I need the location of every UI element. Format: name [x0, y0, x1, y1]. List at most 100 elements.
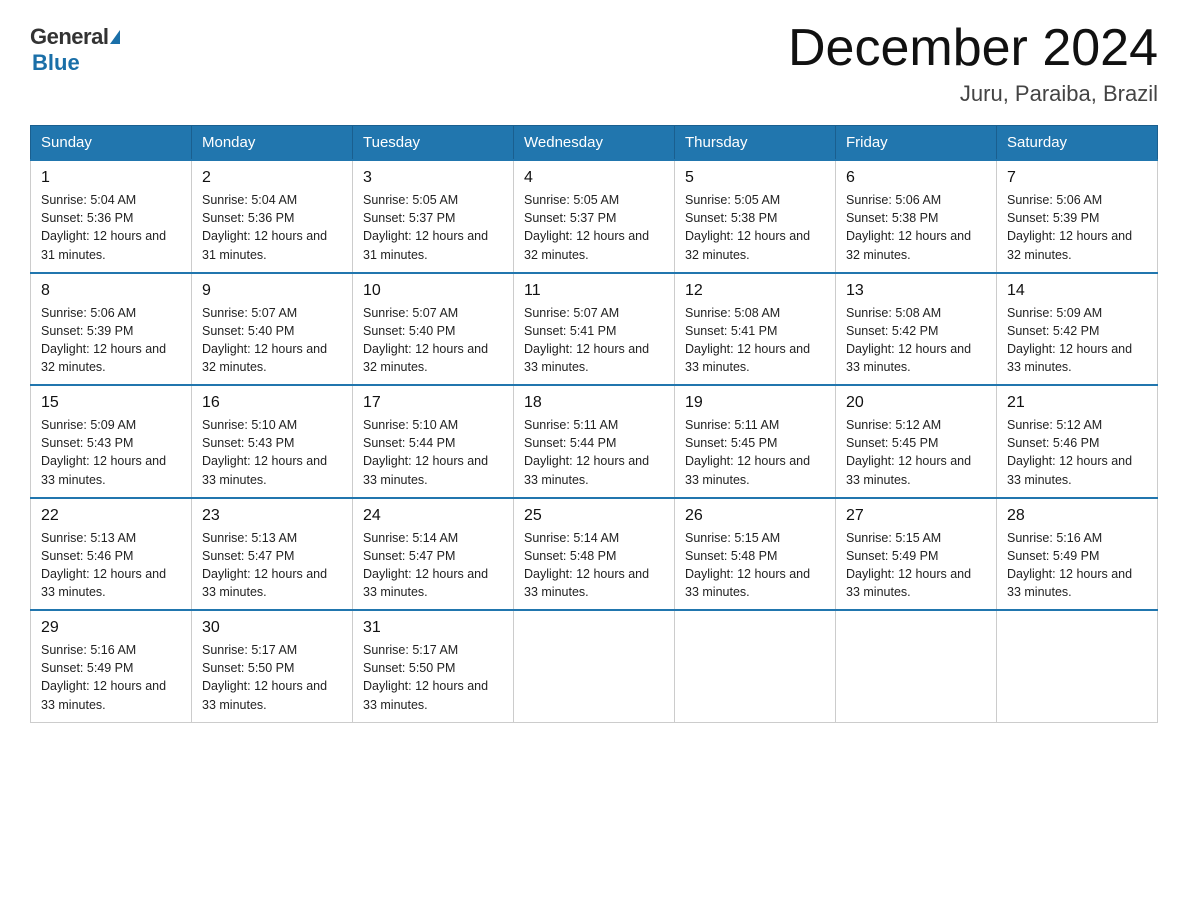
table-row: 19 Sunrise: 5:11 AM Sunset: 5:45 PM Dayl… [675, 385, 836, 498]
day-info: Sunrise: 5:11 AM Sunset: 5:44 PM Dayligh… [524, 416, 664, 489]
day-info: Sunrise: 5:09 AM Sunset: 5:43 PM Dayligh… [41, 416, 181, 489]
calendar-week-row: 22 Sunrise: 5:13 AM Sunset: 5:46 PM Dayl… [31, 498, 1158, 611]
day-info: Sunrise: 5:10 AM Sunset: 5:43 PM Dayligh… [202, 416, 342, 489]
sunset-text: Sunset: 5:39 PM [1007, 211, 1099, 225]
day-number: 13 [846, 282, 986, 300]
day-info: Sunrise: 5:04 AM Sunset: 5:36 PM Dayligh… [41, 191, 181, 264]
col-header-monday: Monday [192, 126, 353, 161]
col-header-saturday: Saturday [997, 126, 1158, 161]
sunrise-text: Sunrise: 5:15 AM [685, 531, 780, 545]
day-info: Sunrise: 5:09 AM Sunset: 5:42 PM Dayligh… [1007, 304, 1147, 377]
day-number: 1 [41, 169, 181, 187]
sunrise-text: Sunrise: 5:06 AM [41, 306, 136, 320]
table-row [675, 610, 836, 722]
daylight-text: Daylight: 12 hours and 33 minutes. [685, 454, 810, 486]
page-header: General Blue December 2024 Juru, Paraiba… [30, 20, 1158, 107]
table-row: 3 Sunrise: 5:05 AM Sunset: 5:37 PM Dayli… [353, 160, 514, 273]
table-row [514, 610, 675, 722]
sunrise-text: Sunrise: 5:16 AM [1007, 531, 1102, 545]
day-number: 10 [363, 282, 503, 300]
day-info: Sunrise: 5:06 AM Sunset: 5:39 PM Dayligh… [1007, 191, 1147, 264]
sunrise-text: Sunrise: 5:07 AM [202, 306, 297, 320]
sunrise-text: Sunrise: 5:08 AM [685, 306, 780, 320]
sunrise-text: Sunrise: 5:12 AM [846, 418, 941, 432]
sunset-text: Sunset: 5:40 PM [202, 324, 294, 338]
day-info: Sunrise: 5:12 AM Sunset: 5:46 PM Dayligh… [1007, 416, 1147, 489]
table-row: 17 Sunrise: 5:10 AM Sunset: 5:44 PM Dayl… [353, 385, 514, 498]
sunrise-text: Sunrise: 5:04 AM [41, 193, 136, 207]
calendar-week-row: 15 Sunrise: 5:09 AM Sunset: 5:43 PM Dayl… [31, 385, 1158, 498]
table-row: 10 Sunrise: 5:07 AM Sunset: 5:40 PM Dayl… [353, 273, 514, 386]
day-number: 5 [685, 169, 825, 187]
table-row: 31 Sunrise: 5:17 AM Sunset: 5:50 PM Dayl… [353, 610, 514, 722]
day-number: 18 [524, 394, 664, 412]
day-info: Sunrise: 5:07 AM Sunset: 5:40 PM Dayligh… [363, 304, 503, 377]
sunset-text: Sunset: 5:42 PM [1007, 324, 1099, 338]
daylight-text: Daylight: 12 hours and 33 minutes. [202, 454, 327, 486]
day-number: 22 [41, 507, 181, 525]
day-info: Sunrise: 5:05 AM Sunset: 5:38 PM Dayligh… [685, 191, 825, 264]
sunset-text: Sunset: 5:45 PM [685, 436, 777, 450]
daylight-text: Daylight: 12 hours and 33 minutes. [1007, 454, 1132, 486]
sunrise-text: Sunrise: 5:04 AM [202, 193, 297, 207]
day-number: 23 [202, 507, 342, 525]
daylight-text: Daylight: 12 hours and 32 minutes. [846, 229, 971, 261]
sunset-text: Sunset: 5:43 PM [202, 436, 294, 450]
day-number: 6 [846, 169, 986, 187]
table-row: 13 Sunrise: 5:08 AM Sunset: 5:42 PM Dayl… [836, 273, 997, 386]
daylight-text: Daylight: 12 hours and 33 minutes. [846, 567, 971, 599]
sunset-text: Sunset: 5:44 PM [524, 436, 616, 450]
day-number: 19 [685, 394, 825, 412]
sunrise-text: Sunrise: 5:07 AM [524, 306, 619, 320]
day-number: 30 [202, 619, 342, 637]
day-number: 28 [1007, 507, 1147, 525]
sunset-text: Sunset: 5:38 PM [685, 211, 777, 225]
page-subtitle: Juru, Paraiba, Brazil [788, 81, 1158, 107]
day-number: 15 [41, 394, 181, 412]
day-info: Sunrise: 5:15 AM Sunset: 5:48 PM Dayligh… [685, 529, 825, 602]
day-info: Sunrise: 5:04 AM Sunset: 5:36 PM Dayligh… [202, 191, 342, 264]
sunset-text: Sunset: 5:48 PM [685, 549, 777, 563]
day-number: 29 [41, 619, 181, 637]
table-row [997, 610, 1158, 722]
calendar-week-row: 8 Sunrise: 5:06 AM Sunset: 5:39 PM Dayli… [31, 273, 1158, 386]
sunset-text: Sunset: 5:46 PM [41, 549, 133, 563]
logo-text: General [30, 24, 122, 50]
sunrise-text: Sunrise: 5:10 AM [202, 418, 297, 432]
col-header-sunday: Sunday [31, 126, 192, 161]
sunrise-text: Sunrise: 5:14 AM [524, 531, 619, 545]
sunset-text: Sunset: 5:47 PM [363, 549, 455, 563]
sunrise-text: Sunrise: 5:05 AM [363, 193, 458, 207]
sunset-text: Sunset: 5:49 PM [1007, 549, 1099, 563]
sunset-text: Sunset: 5:45 PM [846, 436, 938, 450]
calendar-week-row: 1 Sunrise: 5:04 AM Sunset: 5:36 PM Dayli… [31, 160, 1158, 273]
col-header-tuesday: Tuesday [353, 126, 514, 161]
day-info: Sunrise: 5:11 AM Sunset: 5:45 PM Dayligh… [685, 416, 825, 489]
daylight-text: Daylight: 12 hours and 33 minutes. [363, 454, 488, 486]
col-header-thursday: Thursday [675, 126, 836, 161]
daylight-text: Daylight: 12 hours and 33 minutes. [202, 679, 327, 711]
table-row: 23 Sunrise: 5:13 AM Sunset: 5:47 PM Dayl… [192, 498, 353, 611]
daylight-text: Daylight: 12 hours and 32 minutes. [685, 229, 810, 261]
logo: General Blue [30, 20, 122, 76]
sunset-text: Sunset: 5:44 PM [363, 436, 455, 450]
table-row: 15 Sunrise: 5:09 AM Sunset: 5:43 PM Dayl… [31, 385, 192, 498]
sunrise-text: Sunrise: 5:06 AM [1007, 193, 1102, 207]
sunset-text: Sunset: 5:43 PM [41, 436, 133, 450]
sunrise-text: Sunrise: 5:12 AM [1007, 418, 1102, 432]
table-row: 8 Sunrise: 5:06 AM Sunset: 5:39 PM Dayli… [31, 273, 192, 386]
sunrise-text: Sunrise: 5:13 AM [202, 531, 297, 545]
day-number: 24 [363, 507, 503, 525]
table-row: 27 Sunrise: 5:15 AM Sunset: 5:49 PM Dayl… [836, 498, 997, 611]
daylight-text: Daylight: 12 hours and 32 minutes. [524, 229, 649, 261]
daylight-text: Daylight: 12 hours and 33 minutes. [363, 679, 488, 711]
day-info: Sunrise: 5:16 AM Sunset: 5:49 PM Dayligh… [41, 641, 181, 714]
sunset-text: Sunset: 5:46 PM [1007, 436, 1099, 450]
sunrise-text: Sunrise: 5:07 AM [363, 306, 458, 320]
day-info: Sunrise: 5:10 AM Sunset: 5:44 PM Dayligh… [363, 416, 503, 489]
sunrise-text: Sunrise: 5:08 AM [846, 306, 941, 320]
sunset-text: Sunset: 5:38 PM [846, 211, 938, 225]
sunrise-text: Sunrise: 5:15 AM [846, 531, 941, 545]
day-info: Sunrise: 5:06 AM Sunset: 5:39 PM Dayligh… [41, 304, 181, 377]
day-info: Sunrise: 5:13 AM Sunset: 5:47 PM Dayligh… [202, 529, 342, 602]
